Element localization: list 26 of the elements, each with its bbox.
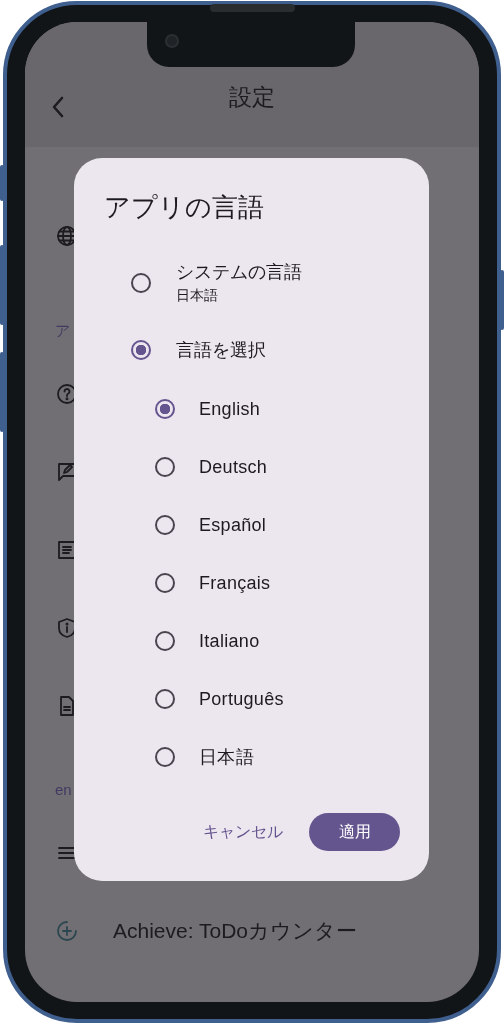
camera — [165, 34, 179, 48]
apply-button[interactable]: 適用 — [309, 813, 400, 851]
radio-button[interactable] — [131, 273, 151, 293]
option-label[interactable]: 言語を選択 — [176, 338, 266, 362]
option-label[interactable]: システムの言語 — [176, 260, 302, 284]
language-label[interactable]: Italiano — [199, 630, 260, 652]
language-label[interactable]: 日本語 — [199, 745, 254, 769]
language-label[interactable]: Deutsch — [199, 456, 268, 478]
radio-button[interactable] — [155, 689, 175, 709]
language-label[interactable]: Español — [199, 514, 267, 536]
radio-button[interactable] — [155, 631, 175, 651]
radio-button[interactable] — [155, 399, 175, 419]
radio-button[interactable] — [155, 573, 175, 593]
language-label[interactable]: Français — [199, 572, 271, 594]
radio-button[interactable] — [155, 747, 175, 767]
radio-button[interactable] — [131, 340, 151, 360]
add-circle-icon — [55, 919, 79, 943]
option-sublabel: 日本語 — [176, 286, 219, 305]
radio-button[interactable] — [155, 515, 175, 535]
radio-button[interactable] — [155, 457, 175, 477]
back-icon[interactable] — [51, 95, 65, 119]
cancel-button[interactable]: キャンセル — [191, 813, 295, 851]
screen-title: 設定 — [229, 82, 275, 112]
dialog-title: アプリの言語 — [104, 191, 264, 224]
language-label[interactable]: Português — [199, 688, 284, 710]
language-label[interactable]: English — [199, 398, 261, 420]
